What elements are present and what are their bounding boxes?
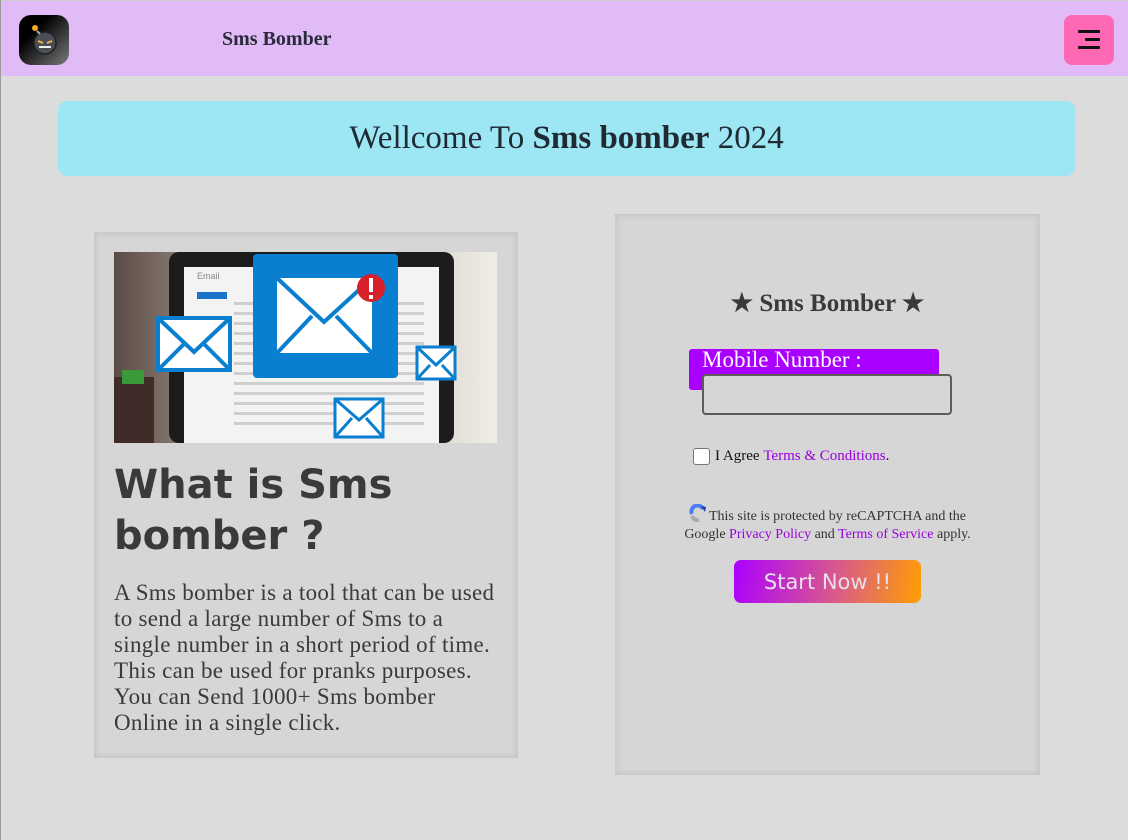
mobile-number-input[interactable] [702,374,952,415]
envelope-icon [156,316,232,372]
welcome-prefix: Wellcome To [349,120,533,156]
envelope-icon [333,397,385,439]
logo[interactable] [19,15,69,65]
main-envelope-icon [253,254,398,378]
mobile-number-label: Mobile Number : [702,347,862,372]
hamburger-menu-icon [1078,30,1100,33]
bomb-icon [32,25,57,55]
agree-text: I Agree [715,448,760,464]
agree-row: I Agree Terms & Conditions. [693,448,889,465]
recaptcha-icon [689,503,707,527]
info-description: A Sms bomber is a tool that can be used … [114,580,495,735]
hamburger-menu-icon-line [1085,38,1100,41]
info-card: Email What is Sms bomber ? A Sms bomber … [94,232,518,758]
recaptcha-line1: This site is protected by reCAPTCHA and … [708,509,967,524]
agree-checkbox[interactable] [693,448,710,465]
hero-image: Email [114,252,497,443]
welcome-banner: Wellcome To Sms bomber 2024 [58,101,1075,176]
recaptcha-notice: This site is protected by reCAPTCHA and … [615,503,1040,543]
start-now-button[interactable]: Start Now !! [734,560,921,603]
hamburger-menu-icon-line [1078,46,1100,49]
recaptcha-google: Google [684,527,730,542]
screen-label: Email [197,271,220,281]
welcome-brand: Sms bomber [532,120,710,156]
terms-link[interactable]: Terms & Conditions [763,448,885,465]
form-card: ★ Sms Bomber ★ Mobile Number : I Agree T… [615,214,1040,775]
agree-suffix: . [885,448,890,464]
terms-of-service-link[interactable]: Terms of Service [838,527,933,542]
privacy-policy-link[interactable]: Privacy Policy [729,527,811,542]
form-title: ★ Sms Bomber ★ [730,290,925,317]
menu-button[interactable] [1064,15,1114,65]
navbar: Sms Bomber [1,0,1128,76]
email-illustration: Email [114,252,457,443]
recaptcha-and: and [811,527,839,542]
recaptcha-apply: apply. [933,527,971,542]
site-title: Sms Bomber [222,28,332,50]
info-title: What is Sms bomber ? [114,462,393,559]
welcome-suffix: 2024 [709,120,784,156]
envelope-icon [415,345,457,381]
